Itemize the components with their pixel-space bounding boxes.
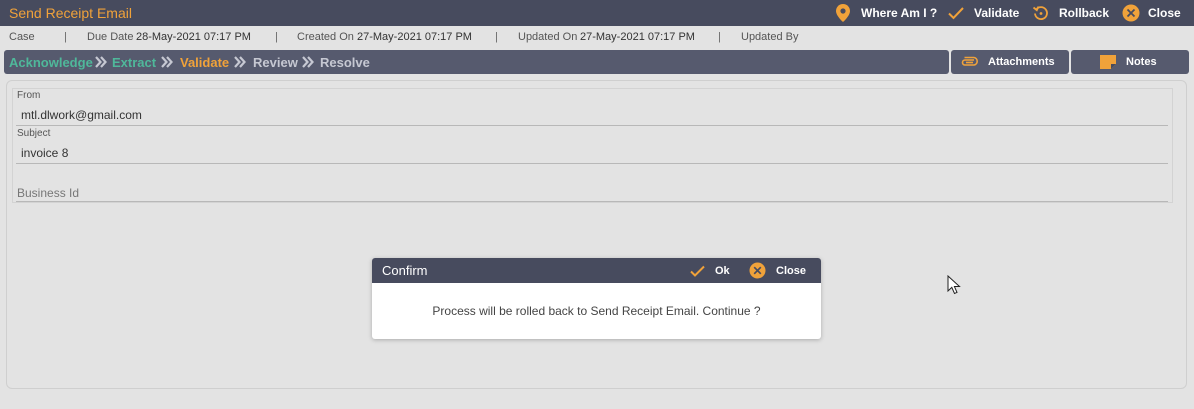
updated-by-label: Updated By [741, 31, 799, 43]
where-am-i-label: Where Am I ? [861, 6, 938, 20]
where-am-i-button[interactable]: Where Am I ? [836, 4, 937, 22]
due-date-label: Due Date [87, 31, 134, 43]
updated-on-label: Updated On [518, 31, 578, 43]
location-pin-icon [836, 4, 850, 22]
separator: | [495, 31, 498, 43]
dialog-title: Confirm [382, 263, 428, 278]
from-field[interactable]: mtl.dlwork@gmail.com [21, 108, 142, 122]
dialog-close-button[interactable]: Close [749, 262, 806, 279]
workflow-bar: Acknowledge Extract Validate Review Reso… [4, 50, 949, 74]
close-circle-icon [1122, 4, 1140, 22]
separator: | [275, 31, 278, 43]
case-label: Case [9, 31, 35, 43]
double-chevron-right-icon [302, 56, 314, 68]
title-bar: Send Receipt Email Where Am I ? Validate… [0, 0, 1194, 26]
checkmark-icon [948, 7, 964, 20]
note-icon [1100, 55, 1116, 69]
dialog-ok-button[interactable]: Ok [690, 262, 730, 279]
dialog-header: Confirm Ok Close [372, 258, 821, 283]
subject-field[interactable]: invoice 8 [21, 146, 68, 160]
case-info-row: Case | Due Date 28-May-2021 07:17 PM | C… [0, 26, 1194, 48]
close-button[interactable]: Close [1122, 4, 1181, 22]
validate-button[interactable]: Validate [948, 4, 1019, 22]
form-fields-group [12, 88, 1173, 203]
subject-label: Subject [17, 128, 51, 139]
rollback-button[interactable]: Rollback [1032, 4, 1109, 22]
checkmark-icon [690, 265, 705, 277]
subject-field-underline [16, 163, 1168, 164]
created-on-value: 27-May-2021 07:17 PM [357, 31, 472, 43]
attachments-tab[interactable]: Attachments [951, 50, 1069, 74]
due-date-value: 28-May-2021 07:17 PM [136, 31, 251, 43]
rollback-icon [1032, 6, 1048, 20]
double-chevron-right-icon [234, 56, 246, 68]
mouse-cursor-icon [947, 275, 961, 295]
dialog-ok-label: Ok [715, 264, 730, 277]
step-extract[interactable]: Extract [112, 55, 156, 70]
dialog-close-label: Close [776, 264, 806, 277]
step-acknowledge[interactable]: Acknowledge [9, 55, 93, 70]
business-id-field[interactable]: Business Id [17, 186, 79, 200]
validate-label: Validate [974, 6, 1020, 20]
close-circle-icon [749, 262, 766, 279]
updated-on-value: 27-May-2021 07:17 PM [580, 31, 695, 43]
rollback-label: Rollback [1059, 6, 1110, 20]
double-chevron-right-icon [161, 56, 173, 68]
step-resolve[interactable]: Resolve [320, 55, 370, 70]
notes-label: Notes [1126, 56, 1157, 68]
separator: | [718, 31, 721, 43]
dialog-message: Process will be rolled back to Send Rece… [432, 304, 761, 318]
paperclip-icon [961, 56, 978, 66]
attachments-label: Attachments [988, 56, 1055, 68]
separator: | [64, 31, 67, 43]
business-id-field-underline [16, 201, 1168, 202]
from-label: From [17, 90, 41, 101]
confirm-dialog: Confirm Ok Close Process will be rolled … [372, 258, 821, 339]
notes-tab[interactable]: Notes [1071, 50, 1189, 74]
step-validate[interactable]: Validate [180, 55, 229, 70]
close-label: Close [1148, 6, 1181, 20]
double-chevron-right-icon [95, 56, 107, 68]
window-title: Send Receipt Email [9, 5, 132, 21]
step-review[interactable]: Review [253, 55, 298, 70]
from-field-underline [16, 125, 1168, 126]
created-on-label: Created On [297, 31, 354, 43]
